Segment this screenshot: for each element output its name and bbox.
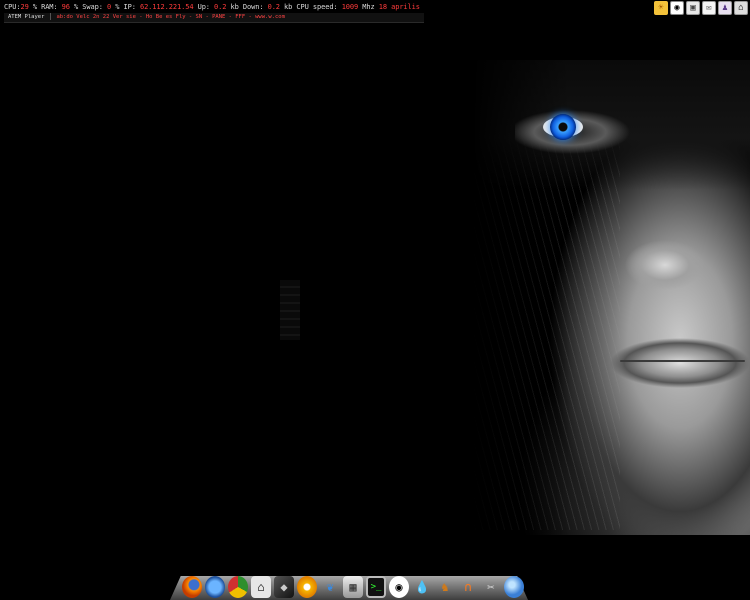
wallpaper-lip-line <box>620 360 745 362</box>
shield-icon[interactable]: ◆ <box>274 576 294 598</box>
swap-value: 0 <box>106 3 112 11</box>
wallpaper-blue-iris <box>550 114 576 140</box>
browser-icon[interactable] <box>228 576 248 598</box>
settings-gear-icon[interactable] <box>297 576 317 598</box>
ip-label: IP: <box>123 3 136 11</box>
conky-status-line: CPU:29 % RAM: 96 % Swap: 0 % IP: 62.112.… <box>4 2 424 13</box>
box-icon[interactable]: ▦ <box>343 576 363 598</box>
player-name[interactable]: ATEM Player <box>4 13 48 22</box>
ram-label: RAM: <box>41 3 58 11</box>
thunderbird-icon[interactable] <box>205 576 225 598</box>
disc-icon[interactable]: ◉ <box>389 576 409 598</box>
desktop-wallpaper <box>420 60 750 535</box>
down-value: 0.2 <box>267 3 280 11</box>
track-title: ab:do Velc 2n 22 Ver sie - Ho Be es Fly … <box>56 14 285 20</box>
document-icon[interactable]: ▣ <box>686 1 700 15</box>
date-time: 18 aprilis 21:32 <box>378 3 424 11</box>
separator <box>50 13 52 20</box>
ip-value: 62.112.221.54 <box>139 3 194 11</box>
cpu-unit: % <box>32 3 37 11</box>
water-drop-icon[interactable]: 💧 <box>412 576 432 598</box>
swap-unit: % <box>115 3 120 11</box>
wallpaper-nose <box>625 230 705 290</box>
cpu-speed-label: CPU speed: <box>296 3 338 11</box>
disc-icon[interactable]: ◉ <box>670 1 684 15</box>
desktop-shadow-shape <box>280 280 300 340</box>
swap-label: Swap: <box>82 3 103 11</box>
up-unit: kb <box>230 3 239 11</box>
cpu-speed-unit: Mhz <box>362 3 375 11</box>
up-label: Up: <box>197 3 210 11</box>
system-tray: ☀ ◉ ▣ ✉ ♟ ⌂ <box>654 1 748 15</box>
cat-icon[interactable]: ♞ <box>435 576 455 598</box>
cpu-label: CPU: <box>4 3 21 11</box>
lock-icon[interactable]: ⌂ <box>734 1 748 15</box>
terminal-icon[interactable]: >_ <box>366 576 386 598</box>
globe-icon[interactable] <box>504 576 524 598</box>
wallpaper-eye-socket <box>515 108 645 158</box>
down-unit: kb <box>284 3 293 11</box>
cpu-value: 29 <box>20 3 29 11</box>
home-folder-icon[interactable]: ⌂ <box>251 576 271 598</box>
ram-unit: % <box>74 3 79 11</box>
butterfly-icon[interactable]: ❦ <box>320 576 340 598</box>
sun-icon[interactable]: ☀ <box>654 1 668 15</box>
cpu-speed-value: 1009 <box>341 3 359 11</box>
firefox-icon[interactable] <box>182 576 202 598</box>
mail-icon[interactable]: ✉ <box>702 1 716 15</box>
tools-icon[interactable]: ✂ <box>481 576 501 598</box>
wallpaper-lips <box>610 335 750 390</box>
magnet-icon[interactable]: ∩ <box>458 576 478 598</box>
up-value: 0.2 <box>214 3 227 11</box>
down-label: Down: <box>242 3 264 11</box>
ram-value: 96 <box>61 3 70 11</box>
pidgin-icon[interactable]: ♟ <box>718 1 732 15</box>
dock: ⌂ ◆ ❦ ▦ >_ ◉ 💧 ♞ ∩ ✂ <box>182 570 524 598</box>
media-player-bar[interactable]: ATEM Player ab:do Velc 2n 22 Ver sie - Ho… <box>4 13 424 23</box>
